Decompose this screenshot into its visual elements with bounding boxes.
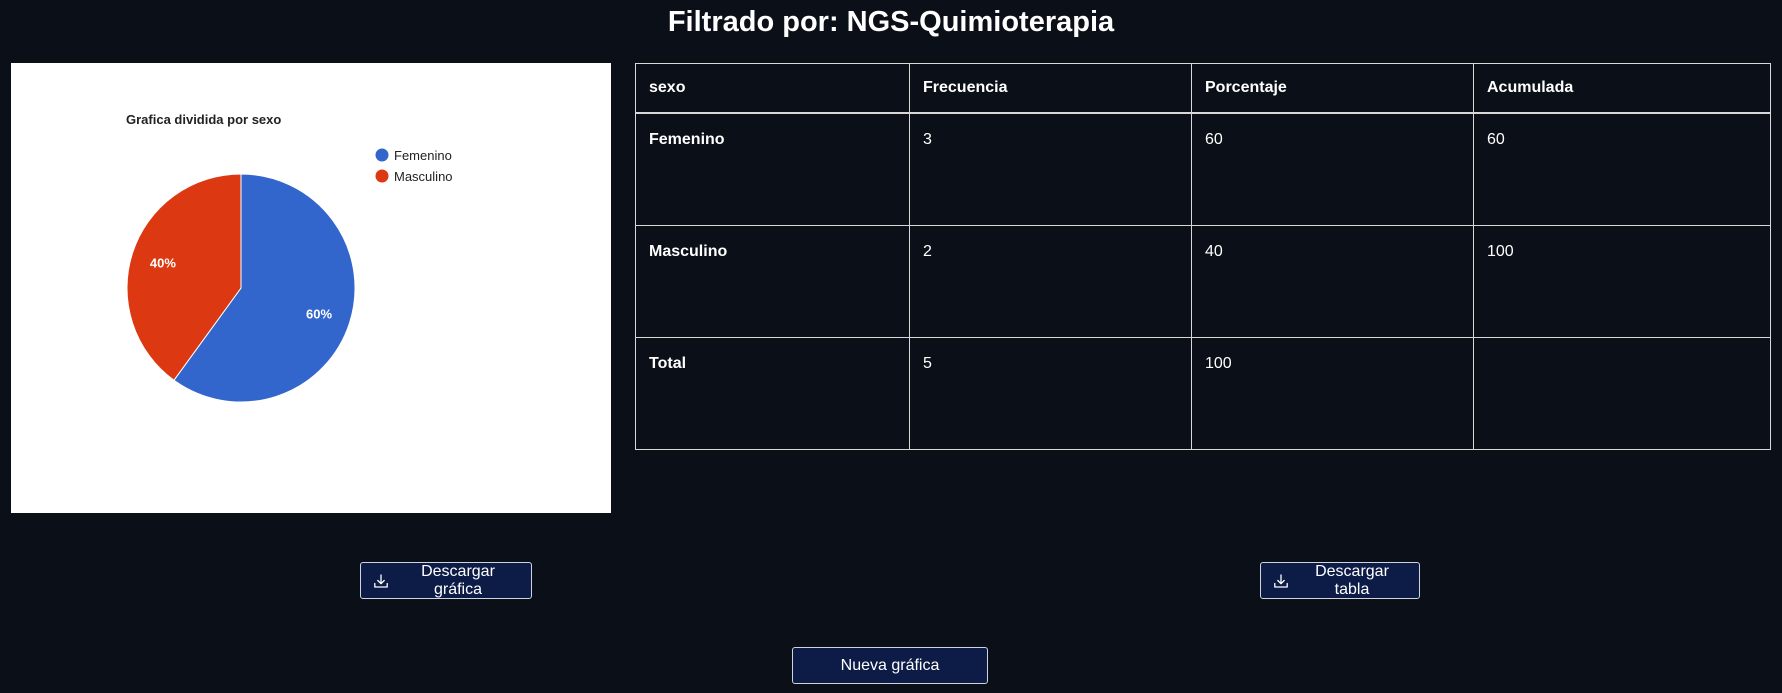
column-header-acumulada: Acumulada [1473, 63, 1771, 114]
column-header-porcentaje: Porcentaje [1191, 63, 1474, 114]
table-row: Masculino 2 40 100 [635, 224, 1771, 338]
frequency-table: sexo Frecuencia Porcentaje Acumulada Fem… [635, 63, 1771, 450]
table-cell-acumulada: 60 [1473, 112, 1771, 226]
table-cell-frecuencia: 5 [909, 336, 1192, 450]
download-chart-label: Descargar gráfica [421, 562, 495, 598]
table-cell-frecuencia: 3 [909, 112, 1192, 226]
download-icon [373, 573, 389, 589]
download-table-button[interactable]: Descargar tabla [1260, 562, 1420, 599]
pie-chart-panel: Grafica dividida por sexo 60% 40% Femenin… [11, 63, 611, 513]
legend-marker [375, 169, 389, 183]
legend-marker [375, 148, 389, 162]
table-cell-porcentaje: 100 [1191, 336, 1474, 450]
new-chart-button[interactable]: Nueva gráfica [792, 647, 988, 684]
table-cell-sexo: Femenino [635, 112, 910, 226]
page-title: Filtrado por: NGS-Quimioterapia [667, 6, 1115, 38]
pie-chart: Grafica dividida por sexo 60% 40% Femenin… [126, 112, 453, 403]
legend-label: Femenino [394, 148, 452, 163]
table-cell-porcentaje: 40 [1191, 224, 1474, 338]
download-chart-button[interactable]: Descargar gráfica [360, 562, 532, 599]
table-cell-acumulada: 100 [1473, 224, 1771, 338]
table-cell-acumulada [1473, 336, 1771, 450]
pie-slice-label: 40% [150, 256, 176, 271]
column-header-frecuencia: Frecuencia [909, 63, 1192, 114]
pie-slice-label: 60% [306, 306, 332, 321]
table-header-row: sexo Frecuencia Porcentaje Acumulada [635, 63, 1771, 114]
column-header-sexo: sexo [635, 63, 910, 114]
chart-title: Grafica dividida por sexo [126, 112, 281, 127]
table-row: Femenino 3 60 60 [635, 112, 1771, 226]
download-table-label: Descargar tabla [1315, 562, 1389, 598]
table-cell-sexo: Masculino [635, 224, 910, 338]
download-icon [1273, 573, 1289, 589]
table-row: Total 5 100 [635, 336, 1771, 450]
legend-label: Masculino [394, 169, 453, 184]
table-cell-frecuencia: 2 [909, 224, 1192, 338]
new-chart-label: Nueva gráfica [840, 656, 940, 674]
table-cell-porcentaje: 60 [1191, 112, 1474, 226]
table-cell-sexo: Total [635, 336, 910, 450]
